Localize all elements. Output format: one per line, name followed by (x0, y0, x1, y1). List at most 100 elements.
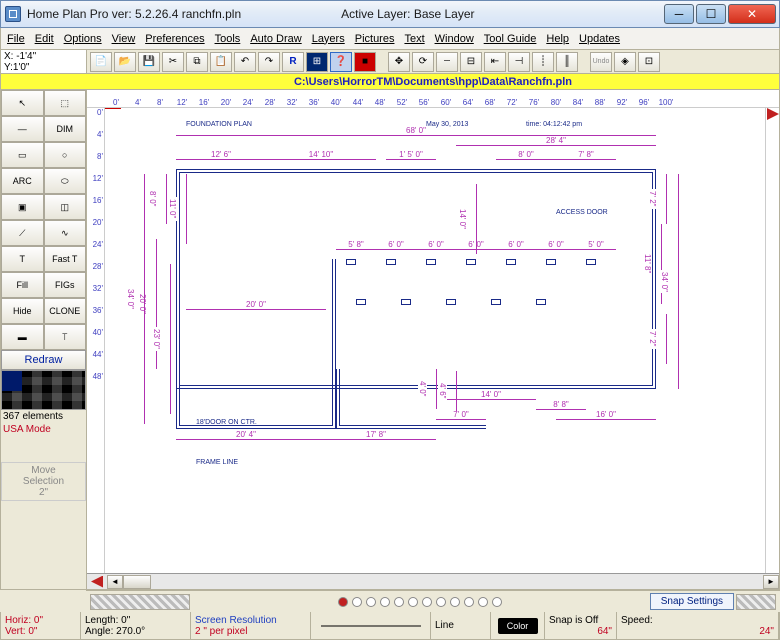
menu-autodraw[interactable]: Auto Draw (250, 33, 301, 45)
tool-circle[interactable]: ○ (44, 142, 87, 168)
copy-icon[interactable]: ⧉ (186, 52, 208, 72)
page-dot[interactable] (450, 597, 460, 607)
cut-icon[interactable]: ✂ (162, 52, 184, 72)
page-dot[interactable] (478, 597, 488, 607)
wall-tool-icon[interactable]: ⊞ (306, 52, 328, 72)
tool-arc[interactable]: ARC (1, 168, 44, 194)
tool-arrow[interactable]: ↖ (1, 90, 44, 116)
tool-hide[interactable]: Hide (1, 298, 44, 324)
tool-rect[interactable]: ▭ (1, 142, 44, 168)
ruler-h-tick: 84' (567, 98, 589, 107)
ruler-v-tick: 4' (87, 130, 104, 152)
page-half-left[interactable] (90, 594, 190, 610)
status-snap[interactable]: Snap is Off (549, 615, 612, 626)
page-dot[interactable] (366, 597, 376, 607)
tool-paint[interactable]: ▬ (1, 324, 44, 350)
ruler-h-tick: 100' (655, 98, 677, 107)
page-dot[interactable] (436, 597, 446, 607)
tool-b-icon[interactable]: ⊡ (638, 52, 660, 72)
page-dot[interactable] (338, 597, 348, 607)
tool-figs[interactable]: FIGs (44, 272, 87, 298)
tool-fast[interactable]: Fast T (44, 246, 87, 272)
tool-select[interactable]: ⬚ (44, 90, 87, 116)
minimize-button[interactable]: ─ (664, 4, 694, 24)
page-dot[interactable] (394, 597, 404, 607)
snap-settings-button[interactable]: Snap Settings (650, 593, 734, 610)
menu-view[interactable]: View (112, 33, 136, 45)
menu-window[interactable]: Window (435, 33, 474, 45)
new-file-icon[interactable]: 📄 (90, 52, 112, 72)
rotate-icon[interactable]: ⟳ (412, 52, 434, 72)
page-dot[interactable] (408, 597, 418, 607)
h-scrollbar[interactable]: ◄ ► (87, 573, 779, 589)
menu-tools[interactable]: Tools (215, 33, 241, 45)
scroll-left-button[interactable]: ◄ (107, 575, 123, 589)
tool-dim[interactable]: DIM (44, 116, 87, 142)
scroll-right-button[interactable]: ► (763, 575, 779, 589)
hline-icon[interactable]: ┄ (436, 52, 458, 72)
drawing-canvas[interactable]: FOUNDATION PLAN May 30, 2013 time: 04:12… (105, 108, 765, 573)
page-dot[interactable] (380, 597, 390, 607)
plan-date: May 30, 2013 (426, 121, 468, 128)
ruler-v-tick: 44' (87, 350, 104, 372)
menu-pictures[interactable]: Pictures (355, 33, 395, 45)
undo-icon[interactable]: ↶ (234, 52, 256, 72)
menu-options[interactable]: Options (64, 33, 102, 45)
move-icon[interactable]: ✥ (388, 52, 410, 72)
stop-icon[interactable]: ■ (354, 52, 376, 72)
tool-a-icon[interactable]: ◈ (614, 52, 636, 72)
redo-icon[interactable]: ↷ (258, 52, 280, 72)
page-dot[interactable] (422, 597, 432, 607)
menu-edit[interactable]: Edit (35, 33, 54, 45)
menu-layers[interactable]: Layers (312, 33, 345, 45)
tool-measure[interactable]: ⟙ (44, 324, 87, 350)
status-length: Length: 0" (85, 615, 186, 626)
color-button[interactable]: Color (498, 618, 538, 634)
break-icon[interactable]: ┊ (532, 52, 554, 72)
status-linetype[interactable]: Line (431, 612, 491, 639)
status-bar: Horiz: 0" Vert: 0" Length: 0" Angle: 270… (0, 612, 780, 640)
tool-door[interactable]: ◫ (44, 194, 87, 220)
tool-text[interactable]: T (1, 246, 44, 272)
menu-toolguide[interactable]: Tool Guide (484, 33, 537, 45)
close-button[interactable]: ✕ (728, 4, 776, 24)
save-icon[interactable]: 💾 (138, 52, 160, 72)
open-file-icon[interactable]: 📂 (114, 52, 136, 72)
menu-help[interactable]: Help (546, 33, 569, 45)
tool-poly[interactable]: ⟋ (1, 220, 44, 246)
color-palette[interactable] (1, 370, 86, 410)
redraw-button[interactable]: Redraw (1, 350, 86, 370)
page-dot[interactable] (492, 597, 502, 607)
tool-clone[interactable]: CLONE (44, 298, 87, 324)
undo2-icon[interactable]: Undo (590, 52, 612, 72)
trim-icon[interactable]: ⊣ (508, 52, 530, 72)
window-title: Home Plan Pro ver: 5.2.26.4 ranchfn.pln (27, 7, 241, 21)
tool-ellipse[interactable]: ⬭ (44, 168, 87, 194)
page-dot[interactable] (352, 597, 362, 607)
scroll-thumb[interactable] (123, 575, 151, 589)
page-half-right[interactable] (736, 594, 776, 610)
paste-icon[interactable]: 📋 (210, 52, 232, 72)
tool-curve[interactable]: ∿ (44, 220, 87, 246)
tool-line[interactable]: — (1, 116, 44, 142)
vscroll-right[interactable] (765, 108, 779, 573)
menu-text[interactable]: Text (404, 33, 424, 45)
page-dot[interactable] (464, 597, 474, 607)
tool-window[interactable]: ▣ (1, 194, 44, 220)
join-icon[interactable]: ║ (556, 52, 578, 72)
gap-icon[interactable]: ⊟ (460, 52, 482, 72)
ruler-vertical: 0'4'8'12'16'20'24'28'32'36'40'44'48' (87, 108, 105, 573)
ruler-v-tick: 0' (87, 108, 104, 130)
pointer-tool-icon[interactable]: ❓ (330, 52, 352, 72)
coord-readout: X: -1'4" Y:1'0" (1, 50, 87, 73)
menu-file[interactable]: File (7, 33, 25, 45)
maximize-button[interactable]: ☐ (696, 4, 726, 24)
tool-fill[interactable]: Fill (1, 272, 44, 298)
extend-icon[interactable]: ⇤ (484, 52, 506, 72)
ruler-v-tick: 36' (87, 306, 104, 328)
reg-icon[interactable]: R (282, 52, 304, 72)
scroll-left-arrow[interactable] (91, 576, 103, 588)
menu-preferences[interactable]: Preferences (145, 33, 204, 45)
menu-updates[interactable]: Updates (579, 33, 620, 45)
ruler-h-tick: 76' (523, 98, 545, 107)
